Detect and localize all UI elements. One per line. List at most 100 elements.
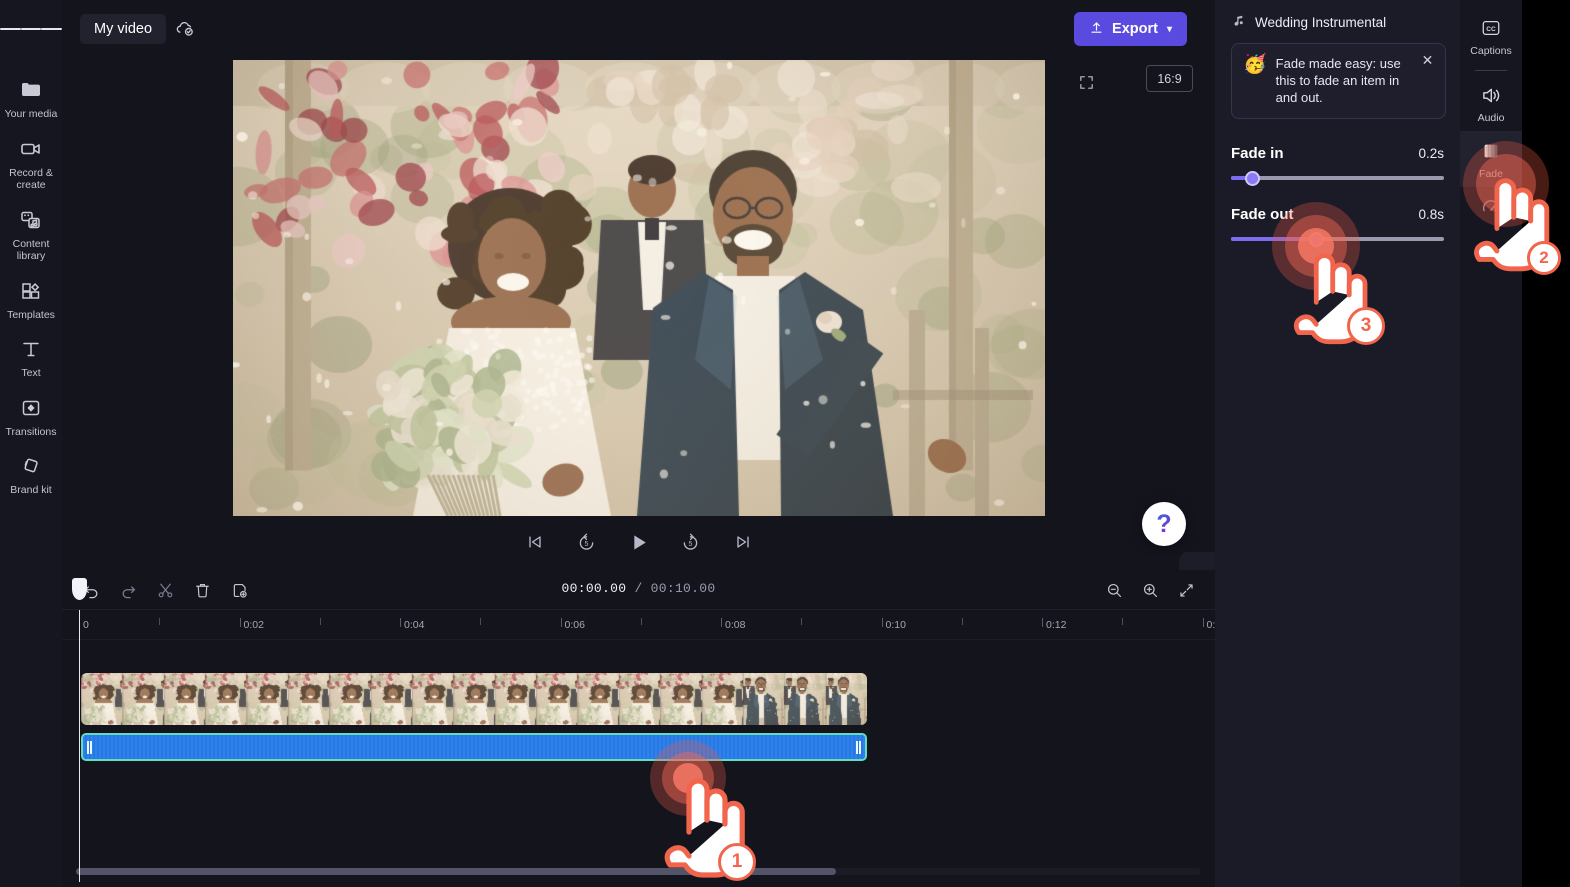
aspect-ratio-button[interactable]: 16:9: [1146, 65, 1193, 92]
playhead-knob[interactable]: [72, 578, 87, 600]
right-sidebar: CC Captions Audio Fade: [1460, 0, 1522, 887]
audio-clip[interactable]: [81, 733, 867, 761]
play-icon[interactable]: [623, 526, 655, 558]
folder-icon: [18, 77, 44, 103]
sidebar-item-label: Your media: [5, 108, 58, 121]
upload-icon: [1089, 20, 1104, 39]
svg-text:5: 5: [585, 541, 589, 548]
properties-title-label: Wedding Instrumental: [1255, 15, 1386, 30]
sidebar-item-label: Templates: [7, 309, 55, 322]
sidebar-item-templates[interactable]: Templates: [0, 269, 62, 328]
current-time: 00:00.00: [562, 581, 627, 596]
sidebar-item-label: Brand kit: [10, 484, 51, 497]
sidebar-item-label: Transitions: [6, 426, 57, 439]
sidebar-item-transitions[interactable]: Transitions: [0, 386, 62, 445]
sidebar-item-label: Record & create: [3, 167, 59, 192]
templates-icon: [18, 278, 44, 304]
player-controls: 5 5: [62, 518, 1215, 566]
brandkit-icon: [18, 453, 44, 479]
fade-icon: [1478, 139, 1504, 163]
zoom-out-icon[interactable]: [1099, 575, 1129, 605]
party-face-emoji-icon: 🥳: [1243, 55, 1267, 106]
export-button[interactable]: Export ▾: [1074, 12, 1187, 46]
ruler-tick-minor: [320, 618, 321, 625]
skip-end-icon[interactable]: [727, 526, 759, 558]
fade-out-value: 0.8s: [1418, 207, 1444, 222]
timeline-zoom-tools: [1099, 575, 1201, 605]
sidebar-item-brand-kit[interactable]: Brand kit: [0, 444, 62, 503]
ruler-tick-minor: [1122, 618, 1123, 625]
timeline-panel: 00:00.00 / 00:10.00 0 0:02 0:04 0:06 0:08 0:1…: [62, 570, 1215, 887]
timecode-display: 00:00.00 / 00:10.00: [62, 581, 1215, 596]
hamburger-icon[interactable]: [0, 0, 62, 58]
cc-icon: CC: [1478, 16, 1504, 40]
ruler-tick-label: 0:12: [1042, 619, 1066, 631]
fade-out-slider[interactable]: [1231, 237, 1444, 241]
audio-waveform: [83, 735, 865, 759]
trim-handle-right[interactable]: [855, 738, 862, 756]
rail-divider: [1475, 70, 1507, 71]
timeline-scrollbar[interactable]: [76, 868, 1201, 875]
ruler-tick-minor: [641, 618, 642, 625]
ruler-tick-label: 0:08: [721, 619, 745, 631]
ruler-tick-minor: [962, 618, 963, 625]
skip-start-icon[interactable]: [519, 526, 551, 558]
clipchamp-editor-window: Your media Record & create Content libra…: [0, 0, 1570, 887]
trim-handle-left[interactable]: [86, 738, 93, 756]
sidebar-item-text[interactable]: Text: [0, 327, 62, 386]
svg-text:CC: CC: [1486, 26, 1496, 33]
rail-item-captions[interactable]: CC Captions: [1460, 8, 1522, 64]
fit-icon[interactable]: [1171, 575, 1201, 605]
project-name-field[interactable]: My video: [80, 14, 166, 44]
rail-item-speed[interactable]: [1460, 187, 1522, 231]
rail-item-audio[interactable]: Audio: [1460, 75, 1522, 131]
fade-out-slider-thumb[interactable]: [1309, 232, 1324, 247]
help-button[interactable]: ?: [1142, 502, 1186, 546]
rail-item-label: Fade: [1479, 168, 1503, 180]
speed-icon: [1478, 195, 1504, 219]
fade-in-label: Fade in: [1231, 145, 1284, 162]
window-background: [1522, 0, 1570, 887]
video-preview[interactable]: [233, 60, 1045, 516]
filmstrip-thumbnails: [81, 673, 867, 725]
transitions-icon: [18, 395, 44, 421]
speaker-icon: [1478, 83, 1504, 107]
close-icon[interactable]: ✕: [1419, 52, 1436, 69]
ruler-tick-label: 0:06: [561, 619, 585, 631]
svg-text:5: 5: [689, 541, 693, 548]
video-frame: [233, 60, 1045, 516]
export-label: Export: [1112, 21, 1158, 37]
playhead[interactable]: [79, 610, 80, 882]
ruler-tick-minor: [801, 618, 802, 625]
cloud-check-icon: [172, 16, 198, 42]
ruler-tick-label: 0:14: [1203, 619, 1216, 631]
text-icon: [18, 336, 44, 362]
fade-out-row: Fade out 0.8s: [1231, 206, 1444, 223]
sidebar-item-content-library[interactable]: Content library: [0, 198, 62, 269]
fullscreen-icon[interactable]: [1070, 66, 1102, 98]
ruler-tick-minor: [480, 618, 481, 625]
question-mark-icon: ?: [1156, 512, 1171, 537]
rail-item-label: Audio: [1478, 112, 1505, 124]
video-clip[interactable]: [81, 673, 867, 725]
forward-5-icon[interactable]: 5: [675, 526, 707, 558]
sidebar-item-label: Content library: [3, 238, 59, 263]
sidebar-item-your-media[interactable]: Your media: [0, 68, 62, 127]
sidebar-item-record-create[interactable]: Record & create: [0, 127, 62, 198]
zoom-in-icon[interactable]: [1135, 575, 1165, 605]
total-time: 00:10.00: [651, 581, 716, 596]
fade-tip-text: Fade made easy: use this to fade an item…: [1276, 55, 1416, 106]
rail-item-label: Captions: [1470, 45, 1511, 57]
fade-in-value: 0.2s: [1418, 146, 1444, 161]
time-separator: /: [626, 581, 650, 596]
rewind-5-icon[interactable]: 5: [571, 526, 603, 558]
ruler-tick-minor: [159, 618, 160, 625]
timeline-tracks: [62, 640, 1215, 850]
fade-out-label: Fade out: [1231, 206, 1294, 223]
fade-in-slider[interactable]: [1231, 176, 1444, 180]
ruler-tick-label: 0:02: [240, 619, 264, 631]
rail-item-fade[interactable]: Fade: [1460, 131, 1522, 187]
timeline-scrollbar-thumb[interactable]: [76, 868, 836, 875]
fade-in-slider-thumb[interactable]: [1245, 171, 1260, 186]
timeline-ruler[interactable]: 0 0:02 0:04 0:06 0:08 0:10 0:12 0:14: [62, 610, 1215, 640]
